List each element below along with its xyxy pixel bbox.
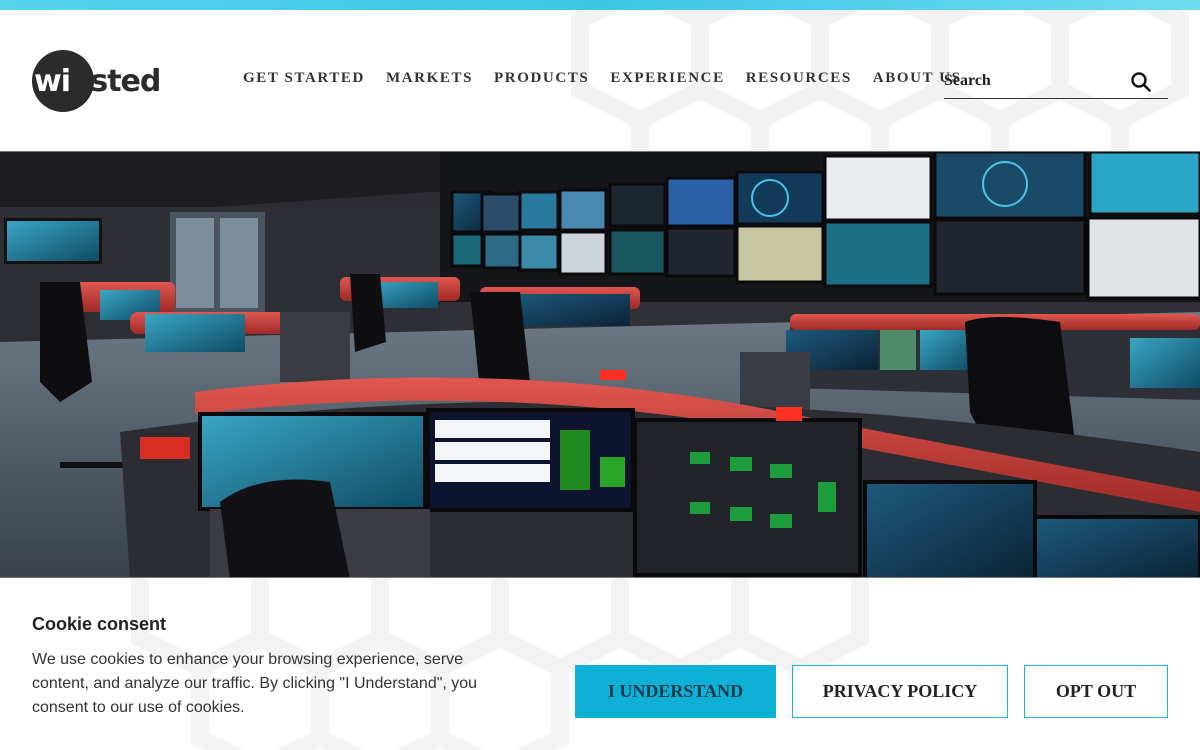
search-icon[interactable] (1130, 71, 1152, 93)
logo-wordmark: winsted (34, 63, 161, 99)
site-header: winsted GET STARTED MARKETS PRODUCTS EXP… (0, 10, 1200, 151)
cookie-title: Cookie consent (32, 614, 167, 634)
nav-get-started[interactable]: GET STARTED (243, 70, 365, 87)
i-understand-button[interactable]: I UNDERSTAND (575, 665, 776, 718)
hero-image (0, 151, 1200, 578)
nav-resources[interactable]: RESOURCES (746, 70, 852, 87)
search-box (944, 68, 1168, 99)
main-nav: GET STARTED MARKETS PRODUCTS EXPERIENCE … (243, 70, 983, 87)
opt-out-button[interactable]: OPT OUT (1024, 665, 1168, 718)
search-input[interactable] (944, 68, 1124, 94)
cookie-description: We use cookies to enhance your browsing … (32, 651, 478, 716)
nav-markets[interactable]: MARKETS (386, 70, 473, 87)
nav-experience[interactable]: EXPERIENCE (610, 70, 724, 87)
control-room-illustration (0, 152, 1200, 577)
nav-products[interactable]: PRODUCTS (494, 70, 589, 87)
top-accent-strip (0, 0, 1200, 10)
privacy-policy-button[interactable]: PRIVACY POLICY (792, 665, 1008, 718)
cookie-consent-banner: Cookie consent We use cookies to enhance… (0, 578, 1200, 750)
winsted-logo[interactable]: winsted (32, 50, 172, 112)
